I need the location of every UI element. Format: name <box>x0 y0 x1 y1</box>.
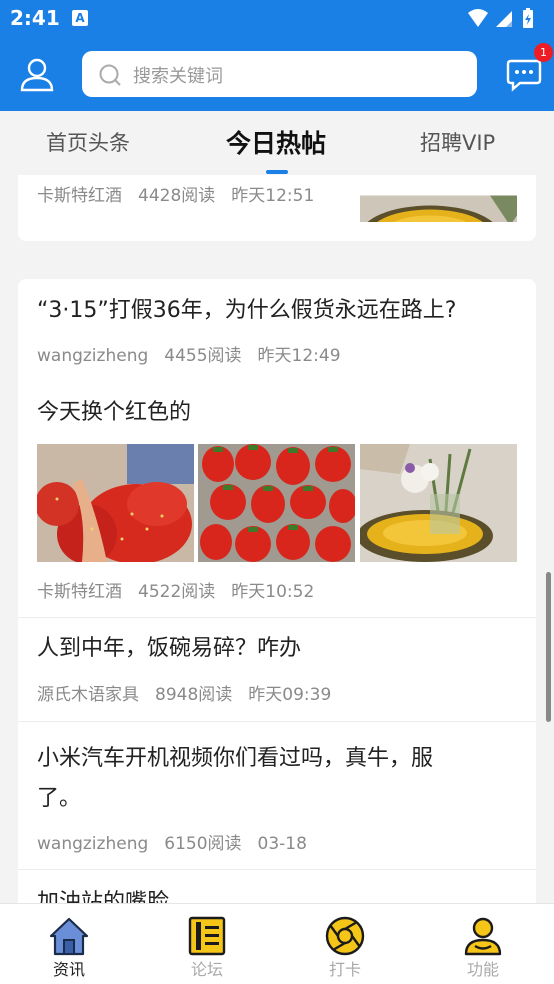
nav-label: 论坛 <box>190 960 223 979</box>
status-time: 2:41 <box>10 6 60 30</box>
post-title-line-1: 小米汽车开机视频你们看过吗，真牛，服 <box>37 746 434 771</box>
active-tab-indicator <box>266 170 288 174</box>
post-meta: 卡斯特红酒 4428阅读 昨天12:51 <box>37 181 330 206</box>
post-reads: 6150阅读 <box>164 834 242 854</box>
post-meta: 卡斯特红酒 4522阅读 昨天10:52 <box>37 577 330 602</box>
nav-checkin[interactable]: 打卡 <box>276 904 414 984</box>
nav-label: 功能 <box>466 960 499 979</box>
post-author: 卡斯特红酒 <box>37 582 122 602</box>
post-meta: wangzizheng 4455阅读 昨天12:49 <box>37 341 357 366</box>
tab-bar: 首页头条 今日热帖 招聘VIP <box>0 111 554 175</box>
post-reads: 4428阅读 <box>138 186 216 206</box>
status-bar: 2:41 A <box>0 0 554 38</box>
post-time: 昨天10:52 <box>231 582 315 602</box>
bottom-navigation: 资讯 论坛 打卡 功能 <box>0 903 554 984</box>
post-time: 03-18 <box>257 834 307 854</box>
search-input[interactable]: 搜索关键词 <box>82 51 477 97</box>
nav-functions[interactable]: 功能 <box>414 904 552 984</box>
message-icon[interactable] <box>506 56 542 92</box>
post-thumbnail[interactable] <box>360 175 517 222</box>
post-author: 卡斯特红酒 <box>37 186 122 206</box>
strawberries-hand-photo <box>37 444 194 562</box>
scrollbar[interactable] <box>546 572 551 722</box>
post-reads: 4522阅读 <box>138 582 216 602</box>
wifi-icon <box>468 9 488 27</box>
post-author: wangzizheng <box>37 346 149 366</box>
nav-news[interactable]: 资讯 <box>0 904 138 984</box>
post-time: 昨天12:49 <box>257 346 341 366</box>
post-title: 加油站的嘴脸 <box>37 890 170 903</box>
tab-jobs-vip[interactable]: 招聘VIP <box>420 127 495 157</box>
divider <box>18 721 536 722</box>
divider <box>18 869 536 870</box>
forum-icon <box>188 916 226 956</box>
post-reads: 4455阅读 <box>164 346 242 366</box>
home-icon <box>49 917 89 956</box>
post-image-2[interactable] <box>198 444 355 562</box>
app-header: 2:41 A 搜索关键词 1 <box>0 0 554 111</box>
flowers-vase-photo <box>360 444 517 562</box>
tab-hot-posts[interactable]: 今日热帖 <box>226 124 326 160</box>
post-reads: 8948阅读 <box>155 685 233 705</box>
post-author: wangzizheng <box>37 834 149 854</box>
nav-label: 打卡 <box>328 960 361 979</box>
strawberries-box-photo <box>198 444 355 562</box>
post-author: 源氏木语家具 <box>37 685 139 705</box>
nav-forum[interactable]: 论坛 <box>138 904 276 984</box>
post-card-group: “3·15”打假36年，为什么假货永远在路上? wangzizheng 4455阅… <box>18 279 536 903</box>
divider <box>18 617 536 618</box>
message-badge: 1 <box>534 43 553 62</box>
nav-label: 资讯 <box>52 960 85 979</box>
search-row: 搜索关键词 1 <box>0 43 554 98</box>
post-time: 昨天12:51 <box>231 186 315 206</box>
post-title: 今天换个红色的 <box>37 400 192 425</box>
status-icons <box>468 8 533 28</box>
post-meta: 源氏木语家具 8948阅读 昨天09:39 <box>37 680 347 705</box>
search-icon <box>99 64 121 86</box>
post-image-3[interactable] <box>360 444 517 562</box>
tab-headlines[interactable]: 首页头条 <box>46 127 130 157</box>
flowers-vase-photo <box>360 195 517 222</box>
post-title: 人到中年，饭碗易碎？咋办 <box>37 636 302 661</box>
post-feed[interactable]: 卡斯特红酒 4428阅读 昨天12:51 “3·15”打假36年，为什么假货永远在路… <box>0 175 554 903</box>
post-image-1[interactable] <box>37 444 194 562</box>
profile-icon[interactable] <box>19 56 55 92</box>
a-icon: A <box>72 10 88 26</box>
user-function-icon <box>464 917 502 956</box>
post-time: 昨天09:39 <box>248 685 332 705</box>
checkin-icon <box>325 916 365 956</box>
post-title: “3·15”打假36年，为什么假货永远在路上? <box>37 298 457 323</box>
search-placeholder: 搜索关键词 <box>133 66 223 87</box>
post-title-line-2: 了。 <box>37 786 82 811</box>
post-card-partial[interactable]: 卡斯特红酒 4428阅读 昨天12:51 <box>18 175 536 241</box>
post-meta: wangzizheng 6150阅读 03-18 <box>37 829 323 854</box>
